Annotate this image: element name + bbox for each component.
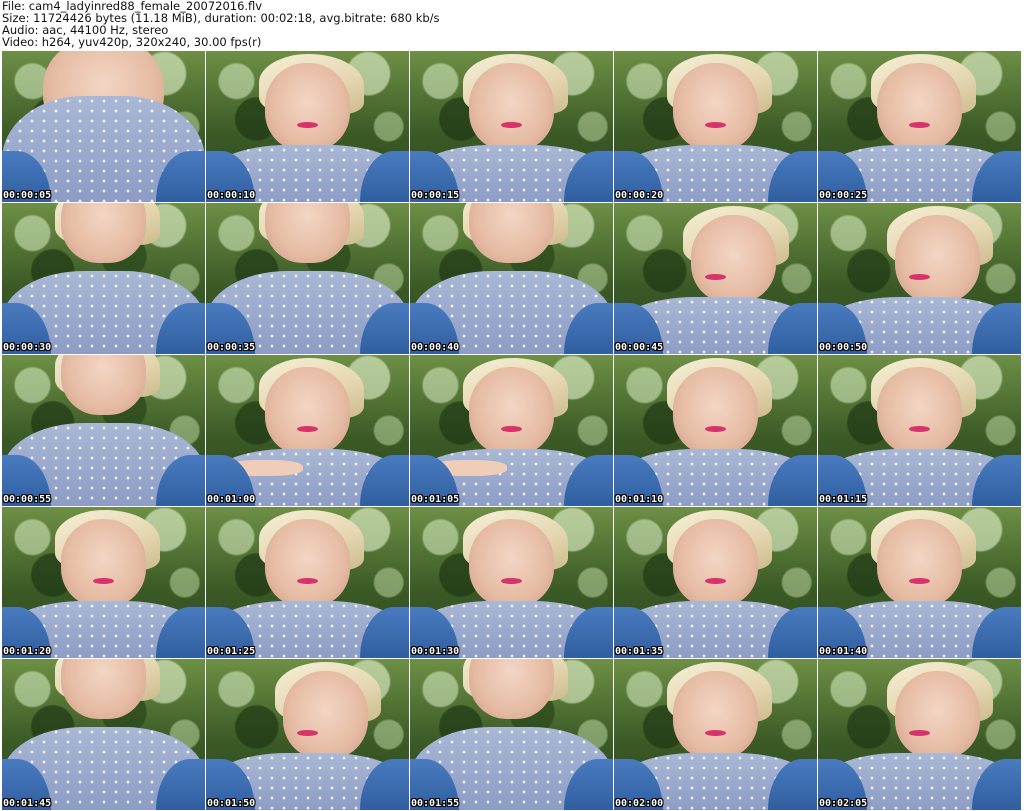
- thumbnail-timestamp: 00:01:00: [207, 494, 256, 505]
- video-thumbnail: 00:00:30: [2, 203, 205, 354]
- video-thumbnail: 00:01:30: [410, 507, 613, 658]
- thumbnail-frame-image: [818, 507, 1021, 658]
- thumbnail-frame-image: [2, 507, 205, 658]
- thumbnail-timestamp: 00:00:55: [3, 494, 52, 505]
- thumbnail-timestamp: 00:00:25: [819, 190, 868, 201]
- video-thumbnail: 00:01:50: [206, 659, 409, 810]
- thumbnail-frame-image: [206, 659, 409, 810]
- thumbnail-frame-image: [410, 355, 613, 506]
- thumbnail-timestamp: 00:01:45: [3, 798, 52, 809]
- thumbnail-timestamp: 00:00:50: [819, 342, 868, 353]
- video-thumbnail: 00:00:45: [614, 203, 817, 354]
- thumbnail-timestamp: 00:00:35: [207, 342, 256, 353]
- thumbnail-timestamp: 00:01:50: [207, 798, 256, 809]
- thumbnail-frame-image: [410, 203, 613, 354]
- thumbnail-frame-image: [206, 51, 409, 202]
- video-thumbnail: 00:00:40: [410, 203, 613, 354]
- thumbnail-grid: 00:00:05 00:00:10 00:00:15 00:00:20 00:00:25…: [2, 51, 1022, 810]
- thumbnail-timestamp: 00:01:20: [3, 646, 52, 657]
- thumbnail-frame-image: [2, 355, 205, 506]
- video-thumbnail: 00:01:40: [818, 507, 1021, 658]
- thumbnail-timestamp: 00:02:00: [615, 798, 664, 809]
- video-thumbnail: 00:00:50: [818, 203, 1021, 354]
- video-thumbnail: 00:00:35: [206, 203, 409, 354]
- thumbnail-frame-image: [206, 507, 409, 658]
- video-thumbnail: 00:00:05: [2, 51, 205, 202]
- thumbnail-frame-image: [614, 203, 817, 354]
- video-thumbnail: 00:01:35: [614, 507, 817, 658]
- video-thumbnail: 00:02:00: [614, 659, 817, 810]
- thumbnail-frame-image: [2, 203, 205, 354]
- thumbnail-timestamp: 00:01:30: [411, 646, 460, 657]
- video-thumbnail: 00:01:20: [2, 507, 205, 658]
- thumbnail-timestamp: 00:00:20: [615, 190, 664, 201]
- thumbnail-frame-image: [614, 51, 817, 202]
- thumbnail-timestamp: 00:02:05: [819, 798, 868, 809]
- video-info-header: File: cam4_ladyinred88_female_20072016.f…: [2, 0, 1022, 50]
- thumbnail-timestamp: 00:01:15: [819, 494, 868, 505]
- thumbnail-timestamp: 00:00:40: [411, 342, 460, 353]
- thumbnail-frame-image: [818, 659, 1021, 810]
- video-thumbnail: 00:01:00: [206, 355, 409, 506]
- video-thumbnail: 00:01:25: [206, 507, 409, 658]
- video-thumbnail: 00:01:05: [410, 355, 613, 506]
- video-thumbnail: 00:02:05: [818, 659, 1021, 810]
- video-info-line: Video: h264, yuv420p, 320x240, 30.00 fps…: [2, 35, 262, 49]
- thumbnail-timestamp: 00:01:55: [411, 798, 460, 809]
- thumbnail-timestamp: 00:00:10: [207, 190, 256, 201]
- thumbnail-timestamp: 00:01:35: [615, 646, 664, 657]
- thumbnail-timestamp: 00:00:05: [3, 190, 52, 201]
- thumbnail-frame-image: [410, 659, 613, 810]
- thumbnail-frame-image: [2, 51, 205, 202]
- thumbnail-timestamp: 00:01:05: [411, 494, 460, 505]
- thumbnail-timestamp: 00:01:40: [819, 646, 868, 657]
- thumbnail-frame-image: [410, 507, 613, 658]
- thumbnail-timestamp: 00:00:30: [3, 342, 52, 353]
- thumbnail-timestamp: 00:01:25: [207, 646, 256, 657]
- thumbnail-timestamp: 00:00:45: [615, 342, 664, 353]
- video-thumbnail: 00:01:15: [818, 355, 1021, 506]
- thumbnail-frame-image: [818, 203, 1021, 354]
- thumbnail-timestamp: 00:01:10: [615, 494, 664, 505]
- thumbnail-frame-image: [614, 355, 817, 506]
- video-thumbnail: 00:01:45: [2, 659, 205, 810]
- thumbnail-frame-image: [614, 659, 817, 810]
- thumbnail-frame-image: [614, 507, 817, 658]
- video-thumbnail: 00:00:55: [2, 355, 205, 506]
- thumbnail-frame-image: [410, 51, 613, 202]
- video-thumbnail: 00:01:10: [614, 355, 817, 506]
- video-thumbnail: 00:00:20: [614, 51, 817, 202]
- thumbnail-frame-image: [206, 203, 409, 354]
- thumbnail-frame-image: [818, 51, 1021, 202]
- thumbnail-frame-image: [818, 355, 1021, 506]
- thumbnail-timestamp: 00:00:15: [411, 190, 460, 201]
- thumbnail-frame-image: [2, 659, 205, 810]
- thumbnail-frame-image: [206, 355, 409, 506]
- video-thumbnail: 00:00:10: [206, 51, 409, 202]
- video-thumbnail: 00:00:25: [818, 51, 1021, 202]
- video-thumbnail: 00:00:15: [410, 51, 613, 202]
- video-thumbnail: 00:01:55: [410, 659, 613, 810]
